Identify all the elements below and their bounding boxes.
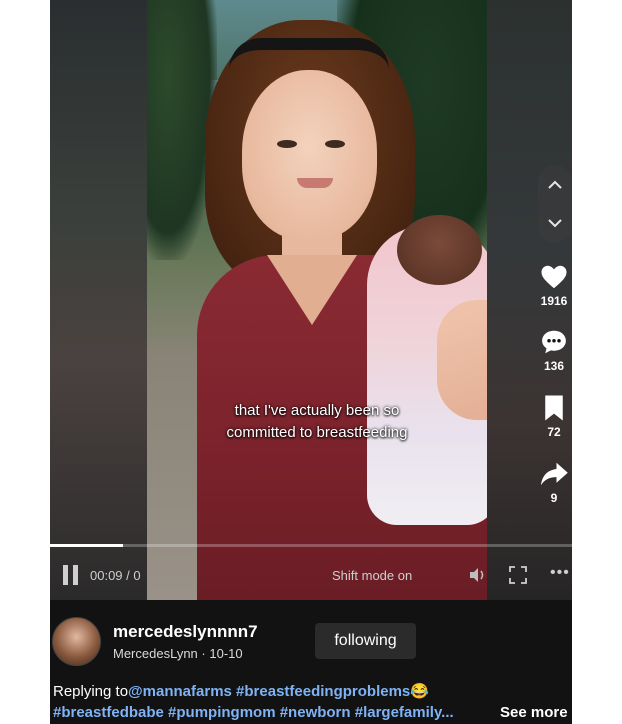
emoji: 😂 bbox=[410, 683, 429, 700]
shift-mode-label[interactable]: Shift mode on bbox=[332, 568, 412, 583]
headband bbox=[229, 38, 389, 78]
video-caption: that I've actually been so committed to … bbox=[147, 400, 487, 444]
video-player: that I've actually been so committed to … bbox=[50, 0, 572, 724]
share-icon bbox=[540, 462, 568, 486]
description-line-1: Replying to@mannafarms #breastfeedingpro… bbox=[53, 682, 429, 700]
author-nickname-line: MercedesLynn · 10-10 bbox=[113, 646, 243, 661]
mouth bbox=[297, 178, 333, 188]
video-navigation bbox=[538, 165, 572, 243]
description-line-2: #breastfedbabe #pumpingmom #newborn #lar… bbox=[53, 704, 454, 721]
eye-right bbox=[325, 140, 345, 148]
pause-icon bbox=[73, 565, 78, 585]
chevron-up-icon bbox=[548, 180, 562, 189]
caption-line-1: that I've actually been so bbox=[234, 402, 400, 419]
post-date: 10-10 bbox=[209, 646, 243, 661]
video-frame[interactable] bbox=[147, 0, 487, 600]
like-button[interactable]: 1916 bbox=[534, 262, 572, 308]
save-button[interactable]: 72 bbox=[534, 393, 572, 439]
avatar[interactable] bbox=[52, 617, 101, 666]
hashtag-link[interactable]: #largefamily... bbox=[355, 704, 454, 721]
bookmark-icon bbox=[545, 395, 563, 421]
previous-video-button[interactable] bbox=[538, 168, 572, 202]
volume-icon[interactable] bbox=[467, 565, 487, 585]
caption-line-2: committed to breastfeeding bbox=[226, 424, 408, 441]
like-count: 1916 bbox=[540, 294, 568, 308]
comment-icon bbox=[542, 330, 566, 354]
share-button[interactable]: 9 bbox=[534, 459, 572, 505]
heart-icon bbox=[541, 265, 567, 289]
pause-button[interactable] bbox=[62, 565, 80, 585]
fullscreen-icon[interactable] bbox=[508, 565, 528, 585]
author-nickname: MercedesLynn bbox=[113, 646, 198, 661]
hashtag-link[interactable]: #pumpingmom bbox=[168, 704, 276, 721]
hashtag-link[interactable]: #breastfedbabe bbox=[53, 704, 164, 721]
see-more-link[interactable]: See more bbox=[500, 704, 568, 721]
save-count: 72 bbox=[547, 425, 561, 439]
shirt-neckline bbox=[267, 255, 357, 325]
face bbox=[242, 70, 377, 240]
playback-time: 00:09 / 0 bbox=[90, 568, 141, 583]
blurred-background-left bbox=[50, 0, 147, 600]
hashtag-link[interactable]: #breastfeedingproblems bbox=[236, 683, 410, 700]
eye-left bbox=[277, 140, 297, 148]
playback-controls: 00:09 / 0 Shift mode on ••• bbox=[50, 556, 572, 596]
baby-head bbox=[397, 215, 482, 285]
share-count: 9 bbox=[550, 491, 558, 505]
progress-fill bbox=[50, 544, 124, 547]
video-info-panel: mercedeslynnnn7 MercedesLynn · 10-10 fol… bbox=[50, 600, 572, 724]
following-button[interactable]: following bbox=[315, 623, 416, 659]
more-icon[interactable]: ••• bbox=[550, 564, 570, 582]
pause-icon bbox=[63, 565, 68, 585]
author-username[interactable]: mercedeslynnnn7 bbox=[113, 622, 258, 642]
chevron-down-icon bbox=[548, 219, 562, 228]
progress-bar[interactable] bbox=[50, 544, 572, 547]
next-video-button[interactable] bbox=[538, 206, 572, 240]
comment-count: 136 bbox=[543, 359, 565, 373]
comment-button[interactable]: 136 bbox=[534, 327, 572, 373]
replying-prefix: Replying to bbox=[53, 683, 129, 700]
mention-link[interactable]: @mannafarms bbox=[128, 683, 232, 700]
hashtag-link[interactable]: #newborn bbox=[280, 704, 351, 721]
